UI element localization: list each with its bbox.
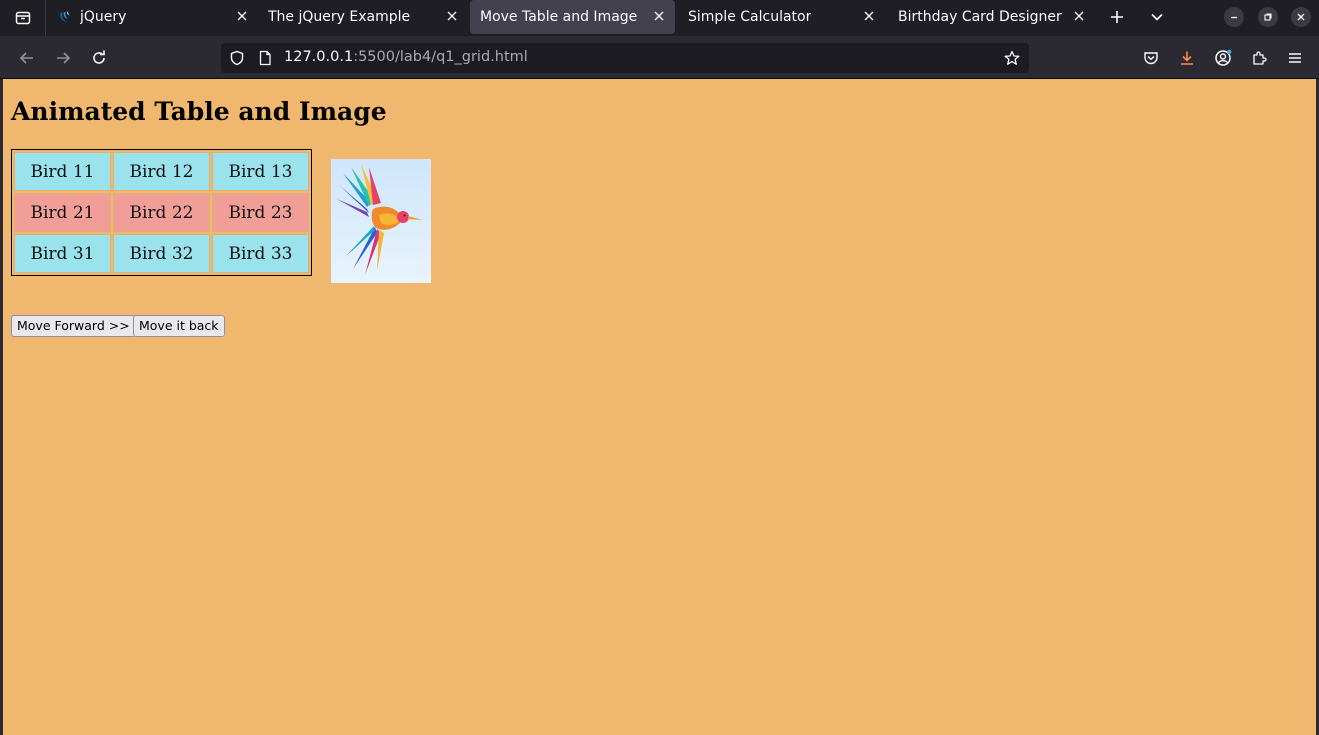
account-icon: [1215, 49, 1232, 66]
close-window-button[interactable]: [1291, 7, 1311, 27]
move-forward-button[interactable]: Move Forward >>: [11, 315, 136, 337]
move-back-button[interactable]: Move it back: [133, 315, 225, 337]
tab-strip: jQuery The jQuery Example Move Table and…: [0, 0, 1319, 36]
forward-button[interactable]: [49, 44, 77, 72]
url-text[interactable]: 127.0.0.1:5500/lab4/q1_grid.html: [284, 49, 528, 65]
open-menu-button[interactable]: [1281, 44, 1309, 72]
pocket-button[interactable]: [1137, 44, 1165, 72]
downloads-button[interactable]: [1173, 44, 1201, 72]
new-tab-button[interactable]: [1105, 6, 1129, 28]
hamburger-menu-icon: [1289, 53, 1301, 63]
table-cell: Bird 32: [113, 234, 210, 273]
jquery-icon: [60, 11, 70, 22]
restore-window-button[interactable]: [1258, 7, 1278, 27]
tab-label: jQuery: [80, 9, 127, 25]
close-tab-icon[interactable]: [234, 8, 250, 24]
back-button[interactable]: [13, 44, 41, 72]
address-bar[interactable]: 127.0.0.1:5500/lab4/q1_grid.html: [221, 43, 1029, 73]
navigation-toolbar: 127.0.0.1:5500/lab4/q1_grid.html: [0, 36, 1319, 79]
tab-simple-calculator[interactable]: Simple Calculator: [678, 0, 885, 34]
minimize-icon: [1231, 16, 1237, 19]
arrow-right-icon: [57, 52, 71, 64]
tab-label: Simple Calculator: [688, 9, 812, 25]
reload-button[interactable]: [85, 44, 113, 72]
table-cell: Bird 33: [212, 234, 309, 273]
table-cell: Bird 23: [212, 193, 309, 232]
table-cell: Bird 12: [113, 152, 210, 191]
table-row: Bird 31 Bird 32 Bird 33: [14, 234, 309, 273]
page-viewport: Animated Table and Image Bird 11 Bird 12…: [3, 79, 1316, 735]
table-row: Bird 21 Bird 22 Bird 23: [14, 193, 309, 232]
page-info-icon[interactable]: [257, 50, 273, 70]
restore-icon: [1264, 13, 1272, 21]
tab-jquery[interactable]: jQuery: [48, 0, 258, 34]
page-title: Animated Table and Image: [11, 97, 387, 126]
table-row: Bird 11 Bird 12 Bird 13: [14, 152, 309, 191]
plus-icon: [1111, 11, 1123, 23]
table-cell: Bird 21: [14, 193, 111, 232]
close-tab-icon[interactable]: [651, 8, 667, 24]
hummingbird-image: [331, 159, 431, 283]
close-tab-icon[interactable]: [861, 8, 877, 24]
chevron-down-icon: [1151, 13, 1163, 21]
table-cell: Bird 13: [212, 152, 309, 191]
bird-grid-table: Bird 11 Bird 12 Bird 13 Bird 21 Bird 22 …: [11, 149, 312, 276]
tab-label: The jQuery Example: [268, 9, 411, 25]
close-tab-icon[interactable]: [1071, 8, 1087, 24]
arrow-left-icon: [19, 52, 33, 64]
url-path: :5500/lab4/q1_grid.html: [353, 49, 528, 65]
pocket-icon: [1144, 52, 1158, 65]
close-icon: [1297, 13, 1305, 21]
tab-label: Birthday Card Designer: [898, 9, 1062, 25]
tab-move-table-and-image[interactable]: Move Table and Image: [470, 0, 675, 34]
minimize-window-button[interactable]: [1224, 7, 1244, 27]
list-all-tabs-button[interactable]: [1145, 6, 1169, 28]
url-host: 127.0.0.1: [284, 49, 354, 65]
account-button[interactable]: [1209, 44, 1237, 72]
download-icon: [1181, 51, 1193, 65]
table-cell: Bird 22: [113, 193, 210, 232]
table-cell: Bird 31: [14, 234, 111, 273]
tab-overview-icon: [15, 11, 30, 25]
tab-jquery-example[interactable]: The jQuery Example: [258, 0, 468, 34]
bookmark-star-icon[interactable]: [1004, 50, 1020, 70]
reload-icon: [93, 50, 105, 64]
extensions-button[interactable]: [1245, 44, 1273, 72]
tab-overview-button[interactable]: [0, 0, 46, 36]
tab-birthday-card-designer[interactable]: Birthday Card Designer: [888, 0, 1095, 34]
tab-label: Move Table and Image: [480, 9, 638, 25]
table-cell: Bird 11: [14, 152, 111, 191]
close-tab-icon[interactable]: [444, 8, 460, 24]
shield-icon[interactable]: [229, 50, 245, 70]
puzzle-icon: [1253, 51, 1267, 65]
